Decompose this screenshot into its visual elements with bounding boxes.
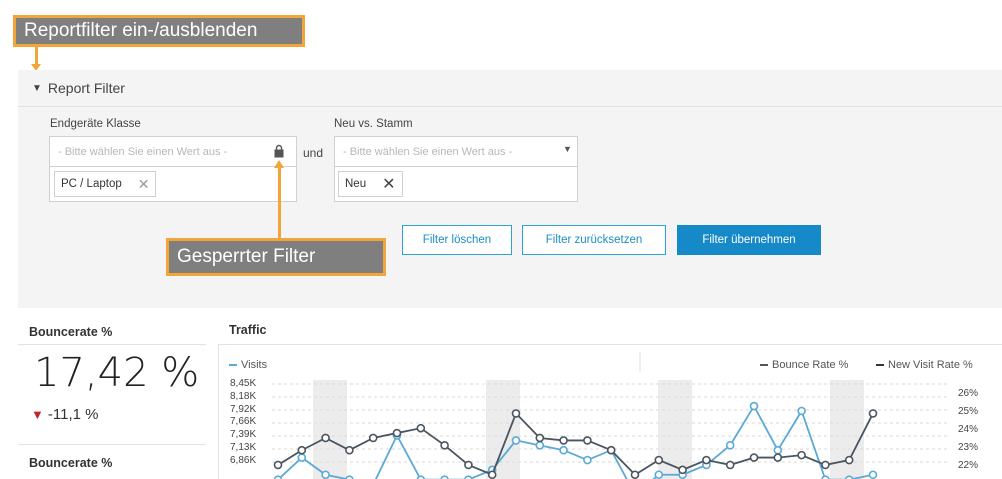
data-point[interactable] xyxy=(678,465,687,475)
data-point[interactable] xyxy=(368,433,378,443)
data-point[interactable] xyxy=(416,423,426,433)
data-point[interactable] xyxy=(749,453,759,462)
data-point[interactable] xyxy=(511,409,521,418)
data-point[interactable] xyxy=(464,460,473,470)
data-point[interactable] xyxy=(654,455,664,465)
data-point[interactable] xyxy=(321,433,330,443)
data-point[interactable] xyxy=(821,460,830,470)
data-point[interactable] xyxy=(797,450,806,460)
traffic-chart xyxy=(272,352,950,479)
data-point[interactable] xyxy=(844,455,854,465)
data-point[interactable] xyxy=(868,409,878,418)
data-point[interactable] xyxy=(654,470,664,479)
data-point[interactable] xyxy=(773,453,783,462)
weekend-band xyxy=(830,380,864,479)
data-point[interactable] xyxy=(559,436,568,445)
data-point[interactable] xyxy=(345,445,354,455)
data-point[interactable] xyxy=(535,433,545,443)
data-point[interactable] xyxy=(487,470,497,479)
data-point[interactable] xyxy=(749,401,759,411)
data-point[interactable] xyxy=(535,441,545,450)
data-point[interactable] xyxy=(583,436,592,445)
data-point[interactable] xyxy=(725,441,735,450)
series-line xyxy=(277,404,874,479)
weekend-band xyxy=(658,380,692,479)
weekend-band xyxy=(313,380,347,479)
data-point[interactable] xyxy=(559,445,568,455)
data-point[interactable] xyxy=(392,428,402,438)
data-point[interactable] xyxy=(868,470,878,479)
data-point[interactable] xyxy=(773,445,783,455)
data-point[interactable] xyxy=(630,470,640,479)
data-point[interactable] xyxy=(606,445,616,455)
data-point[interactable] xyxy=(297,453,307,462)
data-point[interactable] xyxy=(702,455,711,465)
data-point[interactable] xyxy=(583,455,592,465)
data-point[interactable] xyxy=(725,460,735,470)
data-point[interactable] xyxy=(797,406,806,416)
data-point[interactable] xyxy=(297,445,307,455)
weekend-band xyxy=(486,380,520,479)
data-point[interactable] xyxy=(273,460,283,470)
data-point[interactable] xyxy=(511,436,521,445)
data-point[interactable] xyxy=(440,441,449,450)
data-point[interactable] xyxy=(321,470,330,479)
